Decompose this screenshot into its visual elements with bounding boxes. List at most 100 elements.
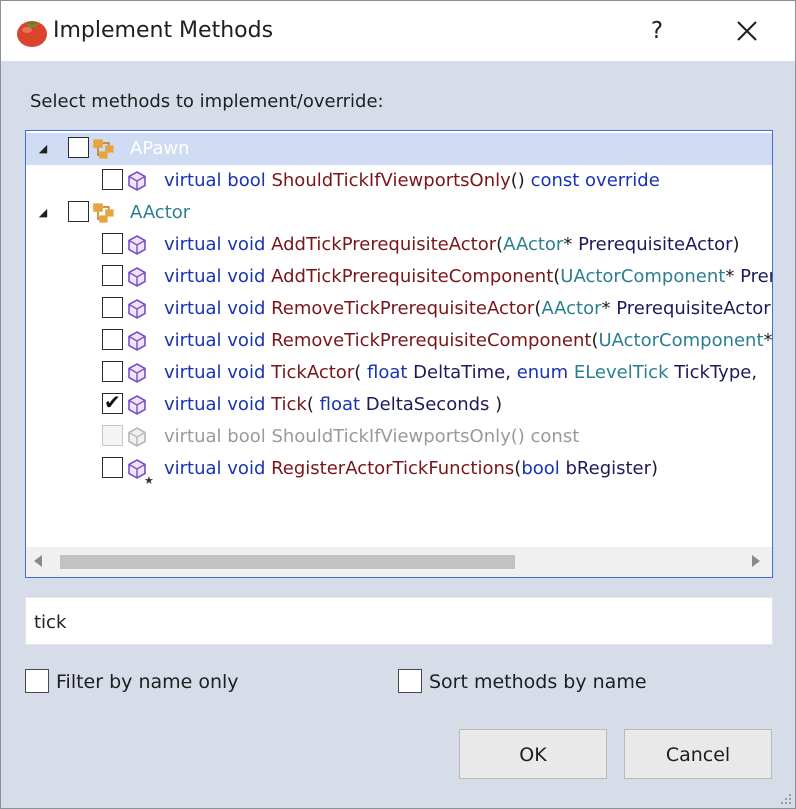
signature-token: virtual void bbox=[164, 362, 272, 383]
method-checkbox[interactable] bbox=[68, 201, 89, 222]
signature-token: AddTickPrerequisiteActor bbox=[271, 234, 497, 255]
signature-token: PrerequisiteComponent bbox=[740, 266, 772, 287]
method-signature: virtual void RemoveTickPrerequisiteActor… bbox=[164, 297, 772, 321]
check-mark-icon: ✔ bbox=[104, 390, 121, 414]
signature-token: AddTickPrerequisiteComponent bbox=[271, 266, 554, 287]
static-method-icon: ★ bbox=[128, 459, 154, 487]
signature-token: ELevelTick bbox=[573, 362, 675, 383]
tomato-app-icon bbox=[17, 21, 47, 47]
method-icon bbox=[128, 331, 146, 351]
method-checkbox[interactable] bbox=[102, 457, 123, 478]
signature-token: virtual void bbox=[164, 394, 272, 415]
signature-token: Tick bbox=[271, 394, 307, 415]
signature-token: virtual void bbox=[164, 330, 272, 351]
signature-token: ) bbox=[732, 234, 740, 255]
methods-tree[interactable]: ◢ APawn virtual bool ShouldTickIfViewports… bbox=[25, 130, 773, 578]
signature-token: * bbox=[601, 298, 617, 319]
signature-token: bRegister bbox=[565, 458, 652, 479]
signature-token: DeltaTime bbox=[413, 362, 506, 383]
method-signature: virtual bool ShouldTickIfViewportsOnly()… bbox=[164, 169, 660, 193]
close-icon[interactable] bbox=[725, 13, 769, 49]
signature-token: RegisterActorTickFunctions bbox=[271, 458, 515, 479]
signature-token: virtual void bbox=[164, 234, 272, 255]
method-checkbox[interactable] bbox=[102, 265, 123, 286]
method-row[interactable]: virtual void RemoveTickPrerequisiteCompo… bbox=[26, 325, 772, 357]
signature-token: bool bbox=[521, 458, 566, 479]
method-row[interactable]: virtual void RemoveTickPrerequisiteActor… bbox=[26, 293, 772, 325]
collapse-arrow-icon[interactable]: ◢ bbox=[36, 142, 50, 156]
search-box[interactable] bbox=[25, 597, 773, 645]
method-icon bbox=[128, 427, 146, 447]
method-checkbox[interactable]: ✔ bbox=[102, 390, 123, 414]
method-checkbox[interactable] bbox=[102, 169, 123, 190]
svg-text:★: ★ bbox=[144, 474, 154, 487]
tree-group-aactor[interactable]: ◢ AActor bbox=[26, 197, 772, 229]
method-row[interactable]: ✔ virtual void Tick( float DeltaSeconds ) bbox=[26, 389, 772, 421]
method-checkbox bbox=[102, 425, 123, 446]
sort-by-name-checkbox[interactable] bbox=[398, 669, 422, 693]
scroll-right-arrow-icon[interactable] bbox=[752, 555, 760, 567]
signature-token: virtual bool ShouldTickIfViewportsOnly()… bbox=[164, 426, 580, 447]
signature-token: DeltaSeconds bbox=[365, 394, 490, 415]
signature-token: bool bbox=[227, 170, 272, 191]
signature-token: ( bbox=[354, 362, 367, 383]
help-button[interactable]: ? bbox=[635, 13, 679, 49]
class-icon bbox=[93, 139, 114, 159]
method-row[interactable]: virtual void AddTickPrerequisiteComponen… bbox=[26, 261, 772, 293]
signature-token: ) bbox=[489, 394, 503, 415]
signature-token: , bbox=[505, 362, 517, 383]
method-icon bbox=[128, 267, 146, 287]
filter-by-name-label: Filter by name only bbox=[56, 671, 239, 693]
scrollbar-thumb[interactable] bbox=[60, 555, 515, 569]
signature-token: AActor bbox=[541, 298, 602, 319]
method-checkbox[interactable] bbox=[102, 361, 123, 382]
method-icon bbox=[128, 171, 146, 191]
instruction-label: Select methods to implement/override: bbox=[30, 91, 384, 112]
ok-button[interactable]: OK bbox=[459, 729, 607, 779]
signature-token: AActor bbox=[503, 234, 564, 255]
signature-token: * bbox=[763, 330, 773, 351]
method-signature: virtual void TickActor( float DeltaTime,… bbox=[164, 361, 757, 385]
cancel-button[interactable]: Cancel bbox=[624, 729, 772, 779]
method-checkbox[interactable] bbox=[102, 297, 123, 318]
method-row[interactable]: ★ virtual void RegisterActorTickFunctions… bbox=[26, 453, 772, 487]
signature-token: UActorComponent bbox=[560, 266, 726, 287]
method-checkbox[interactable] bbox=[68, 137, 89, 158]
resize-grip-icon[interactable] bbox=[780, 793, 792, 805]
signature-token: ) bbox=[651, 458, 659, 479]
tree-group-apawn[interactable]: ◢ APawn bbox=[26, 133, 772, 165]
collapse-arrow-icon[interactable]: ◢ bbox=[36, 206, 50, 220]
signature-token: ) bbox=[771, 298, 772, 319]
method-checkbox[interactable] bbox=[102, 329, 123, 350]
class-icon bbox=[93, 203, 114, 223]
method-icon bbox=[128, 363, 146, 383]
signature-token: RemoveTickPrerequisiteActor bbox=[271, 298, 535, 319]
signature-token: TickActor bbox=[271, 362, 355, 383]
signature-token: PrerequisiteActor bbox=[616, 298, 771, 319]
signature-token: ShouldTickIfViewportsOnly bbox=[271, 170, 511, 191]
signature-token: UActorComponent bbox=[598, 330, 764, 351]
method-row[interactable]: virtual bool ShouldTickIfViewportsOnly()… bbox=[26, 421, 772, 453]
signature-token: enum bbox=[516, 362, 574, 383]
method-row[interactable]: virtual void TickActor( float DeltaTime,… bbox=[26, 357, 772, 389]
method-checkbox[interactable] bbox=[102, 233, 123, 254]
method-row[interactable]: virtual void AddTickPrerequisiteActor(AA… bbox=[26, 229, 772, 261]
signature-token: PrerequisiteActor bbox=[578, 234, 733, 255]
signature-token: , bbox=[751, 362, 758, 383]
scroll-left-arrow-icon[interactable] bbox=[34, 555, 42, 567]
signature-token: float bbox=[366, 362, 414, 383]
dialog-title: Implement Methods bbox=[53, 18, 274, 43]
horizontal-scrollbar[interactable] bbox=[26, 547, 772, 577]
search-input[interactable] bbox=[32, 608, 736, 636]
implement-methods-dialog: Implement Methods ? Select methods to im… bbox=[0, 0, 796, 809]
method-signature: virtual void AddTickPrerequisiteActor(AA… bbox=[164, 233, 740, 257]
signature-token: TickType bbox=[674, 362, 752, 383]
filter-by-name-checkbox[interactable] bbox=[25, 669, 49, 693]
signature-token: virtual bbox=[164, 170, 228, 191]
class-name: APawn bbox=[130, 138, 190, 159]
signature-token: * bbox=[725, 266, 741, 287]
signature-token: ( bbox=[306, 394, 320, 415]
method-row[interactable]: virtual bool ShouldTickIfViewportsOnly()… bbox=[26, 165, 772, 197]
signature-token: float bbox=[319, 394, 366, 415]
signature-token: * bbox=[563, 234, 579, 255]
